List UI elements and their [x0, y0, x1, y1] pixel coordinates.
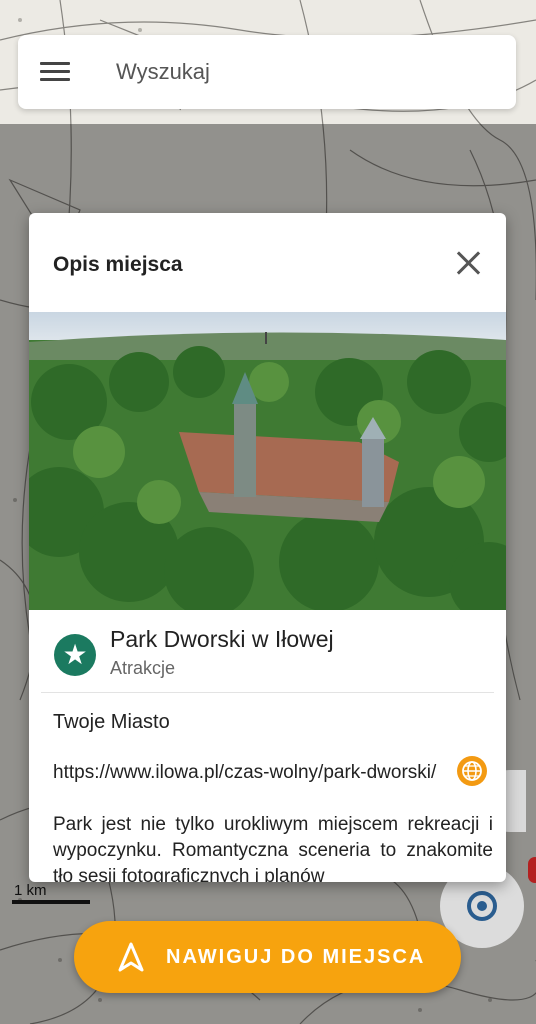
place-header[interactable]: ★ Park Dworski w Iłowej Atrakcje: [41, 610, 494, 693]
my-location-icon: [467, 891, 497, 921]
place-source: Twoje Miasto: [53, 711, 170, 733]
place-url-row[interactable]: https://www.ilowa.pl/czas-wolny/park-dwo…: [53, 756, 494, 786]
globe-icon[interactable]: [457, 756, 487, 786]
dialog-title: Opis miejsca: [53, 253, 183, 276]
place-info: Twoje Miasto https://www.ilowa.pl/czas-w…: [29, 693, 506, 882]
scale-bar: [12, 900, 90, 904]
search-bar[interactable]: Wyszukaj: [18, 35, 516, 109]
place-photo-image: [29, 312, 506, 610]
navigation-arrow-icon: [118, 942, 144, 972]
scale-label: 1 km: [14, 882, 47, 899]
navigate-button[interactable]: NAWIGUJ DO MIEJSCA: [74, 921, 461, 993]
map-scale: 1 km: [12, 882, 90, 904]
map-marker[interactable]: [528, 857, 536, 883]
menu-icon[interactable]: [40, 61, 70, 83]
star-icon: ★: [54, 634, 96, 676]
place-dialog: Opis miejsca ★ Park Dworski w Iłowej Atr…: [29, 213, 506, 882]
close-icon[interactable]: [453, 247, 485, 279]
place-url[interactable]: https://www.ilowa.pl/czas-wolny/park-dwo…: [53, 762, 436, 783]
place-description: Park jest nie tylko urokliwym miejscem r…: [53, 814, 493, 882]
place-category: Atrakcje: [110, 658, 176, 678]
navigate-button-label: NAWIGUJ DO MIEJSCA: [166, 945, 426, 968]
place-name: Park Dworski w Iłowej: [110, 626, 334, 652]
dialog-header: Opis miejsca: [29, 213, 506, 312]
place-photo: [29, 312, 506, 610]
search-input[interactable]: Wyszukaj: [116, 59, 210, 85]
